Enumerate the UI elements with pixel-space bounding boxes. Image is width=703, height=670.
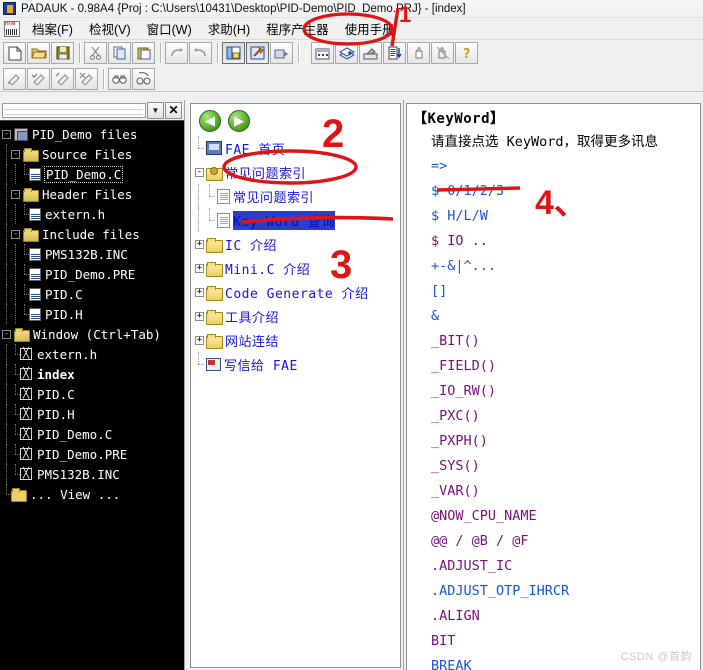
annotation-label-1: 1 [399,2,412,27]
annotation-label-4: 4、 [535,184,588,222]
annotation-underline-dollar [436,186,521,192]
annotation-circle-user-manual [302,12,394,46]
application-window: PADAUK - 0.98A4 {Proj : C:\Users\10431\D… [0,0,703,670]
annotation-underline-keyword [241,215,394,224]
annotation-label-2: 2 [322,112,345,156]
annotation-overlay [222,7,521,224]
annotation-label-3: 3 [330,243,353,287]
